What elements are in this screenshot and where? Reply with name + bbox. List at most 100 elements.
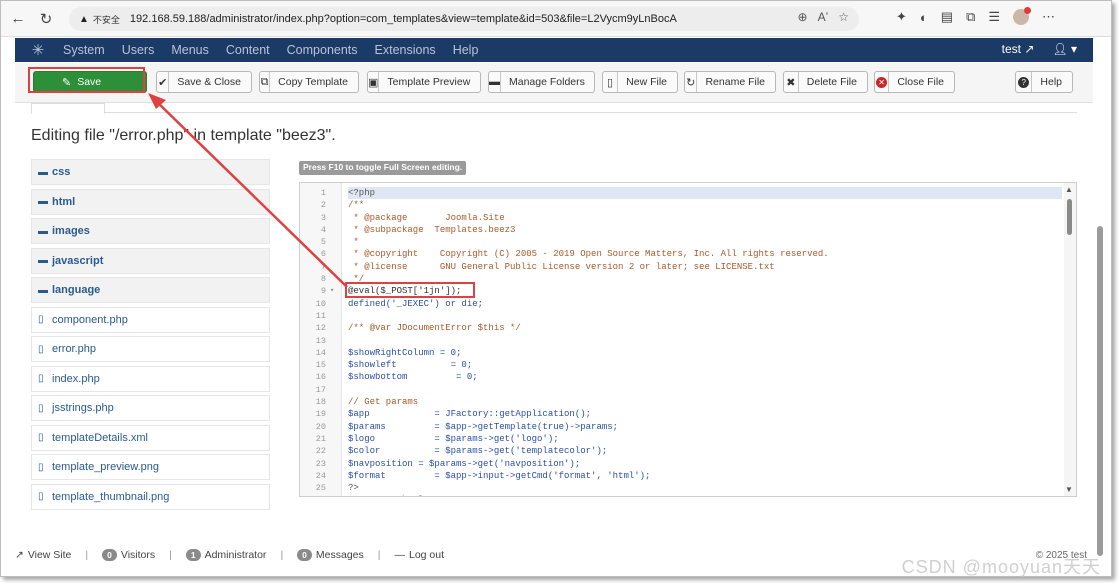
profile-avatar[interactable] (1013, 7, 1032, 25)
messages-link[interactable]: 0 Messages (297, 549, 364, 561)
menu-content[interactable]: Content (226, 43, 270, 57)
reading-list-icon[interactable]: ▤ (941, 9, 953, 25)
code-line[interactable]: 1 <?php (321, 187, 1062, 200)
code-line[interactable]: 21 $logo = $params->get('logo'); (316, 433, 1062, 445)
menu-help[interactable]: Help (453, 43, 479, 57)
check-icon: ✔ (157, 72, 170, 92)
fold-arrow-icon[interactable]: ▾ (330, 285, 334, 297)
file-error-php[interactable]: ▯ error.php (31, 336, 270, 362)
folder-html[interactable]: ▬ html (31, 188, 270, 215)
help-button[interactable]: ? Help (1015, 71, 1073, 93)
code-line[interactable]: 18 // Get params (316, 396, 1062, 408)
user-icon[interactable]: 👤︎ ▾ (1052, 42, 1077, 56)
zoom-icon[interactable]: ⊕ (798, 10, 808, 24)
code-line[interactable]: 25 ?> (316, 482, 1062, 494)
favorites-icon[interactable]: ☰ (988, 9, 1000, 25)
extension-icon[interactable]: ✦ (896, 9, 907, 25)
code-line[interactable]: 20 $params = $app->getTemplate(true)->par… (316, 421, 1062, 433)
code-line[interactable]: 3 * @package Joomla.Site (321, 212, 1062, 224)
code-editor[interactable]: 1 <?php 2/** 3 * @package Joomla.Site 4 * @s… (299, 182, 1077, 497)
code-line[interactable]: 14 $showRightColumn = 0; (316, 347, 1062, 359)
menu-components[interactable]: Components (287, 43, 358, 57)
menu-system[interactable]: System (63, 43, 105, 57)
menu-extensions[interactable]: Extensions (375, 43, 436, 57)
code-line[interactable]: 17 (316, 384, 1062, 396)
file-component-php[interactable]: ▯ component.php (31, 306, 270, 333)
code-line[interactable]: 15 $showleft = 0; (316, 359, 1062, 371)
warning-icon: ▲ (79, 13, 89, 25)
file-template-preview-png[interactable]: ▯ template_preview.png (31, 454, 270, 480)
folder-language[interactable]: ▬ language (31, 277, 270, 303)
code-line[interactable]: 13 (316, 335, 1062, 347)
more-menu-icon[interactable]: ⋯ (1042, 9, 1055, 25)
code-line[interactable]: 7 * @license GNU General Public License … (321, 261, 1062, 273)
file-template-thumbnail-png[interactable]: ▯ template_thumbnail.png (31, 483, 270, 510)
line-number: 16 (315, 372, 326, 383)
administrator-link[interactable]: 1 Administrator (185, 549, 266, 561)
fullscreen-hint: Press F10 to toggle Full Screen editing. (299, 161, 467, 175)
rename-file-button[interactable]: ↻ Rename File (684, 71, 776, 93)
folder-javascript[interactable]: ▬ javascript (31, 247, 270, 274)
view-site-link[interactable]: ↗ View Site (15, 549, 71, 561)
file-jsstrings-php[interactable]: ▯ jsstrings.php (31, 395, 270, 421)
reload-icon[interactable]: ↻ (35, 8, 57, 30)
scroll-up-icon[interactable]: ▲ (1065, 185, 1073, 194)
favorite-star-icon[interactable]: ☆ (838, 10, 849, 24)
code-text: $navposition = $params->get('navposition… (348, 458, 581, 469)
code-line[interactable]: 16 $showbottom = 0; (316, 371, 1062, 383)
code-area[interactable]: 1 <?php 2/** 3 * @package Joomla.Site 4 * @s… (316, 187, 1062, 496)
code-text: /** @var JDocumentError $this */ (348, 323, 521, 334)
code-line[interactable]: 11 (316, 310, 1062, 322)
save-close-button[interactable]: ✔ Save & Close (156, 71, 252, 93)
back-icon[interactable]: ← (7, 8, 29, 30)
manage-folders-button[interactable]: ▬ Manage Folders (488, 71, 595, 93)
visitors-link[interactable]: 0 Visitors (102, 549, 155, 561)
code-text: $showRightColumn = 0; (348, 347, 462, 358)
scroll-thumb[interactable] (1067, 199, 1072, 235)
line-number: 20 (315, 421, 326, 432)
close-file-button[interactable]: ✕ Close File (874, 71, 955, 93)
code-line[interactable]: 19 $app = JFactory::getApplication(); (316, 408, 1062, 420)
joomla-logo-icon[interactable]: ✳ (23, 41, 53, 59)
extensions-puzzle-icon[interactable]: ⧉ (966, 9, 975, 25)
new-file-button[interactable]: ▯ New File (602, 71, 678, 93)
code-line[interactable]: 5 * (321, 236, 1062, 248)
logout-link[interactable]: — Log out (395, 549, 445, 561)
line-number: 7 (320, 261, 326, 272)
user-site-link[interactable]: test ↗ (1002, 42, 1035, 56)
folder-css[interactable]: ▬ css (31, 159, 270, 185)
extension-icon-2[interactable]: ◐ (920, 10, 928, 25)
file-index-php[interactable]: ▯ index.php (31, 365, 270, 392)
code-text: $showleft = 0; (348, 360, 473, 371)
code-line[interactable]: 4 * @subpackage Templates.beez3 (321, 224, 1062, 236)
menu-users[interactable]: Users (122, 43, 155, 57)
folder-images[interactable]: ▬ images (31, 218, 270, 244)
line-number: 4 (320, 224, 326, 235)
code-text: * (348, 237, 359, 248)
line-number: 19 (315, 409, 326, 420)
scroll-down-icon[interactable]: ▼ (1065, 485, 1073, 494)
page-scrollbar[interactable] (1095, 38, 1105, 556)
code-line[interactable]: 10 defined('_JEXEC') or die; (316, 298, 1062, 310)
code-line[interactable]: 22 $color = $params->get('templatecolor')… (316, 445, 1062, 457)
page-scroll-thumb[interactable] (1097, 226, 1103, 556)
template-preview-button[interactable]: ▣ Template Preview (367, 71, 481, 93)
line-number: 8 (320, 274, 326, 285)
read-aloud-icon[interactable]: Aʼ (818, 10, 829, 24)
line-number: 3 (320, 212, 326, 223)
address-bar[interactable]: ▲ 不安全 192.168.59.188/administrator/index… (69, 7, 859, 31)
editor-scrollbar[interactable]: ▲ ▼ (1064, 183, 1076, 496)
code-line[interactable]: 23 $navposition = $params->get('navpositi… (316, 458, 1062, 470)
code-line[interactable]: 6 * @copyright Copyright (C) 2005 - 2019… (321, 248, 1062, 260)
tab-editor[interactable] (31, 103, 105, 114)
code-line[interactable]: 12 /** @var JDocumentError $this */ (316, 322, 1062, 334)
code-line[interactable]: 26<!DOCTYPE html> (316, 494, 1062, 496)
file-templatedetails-xml[interactable]: ▯ templateDetails.xml (31, 424, 270, 451)
code-line[interactable]: 2 /** (321, 199, 1062, 211)
code-line[interactable]: 24 $format = $app->input->getCmd('format'… (316, 470, 1062, 482)
visitors-badge: 0 (102, 549, 117, 561)
menu-menus[interactable]: Menus (171, 43, 209, 57)
file-icon: ▯ (603, 72, 619, 92)
delete-file-button[interactable]: ✖ Delete File (783, 71, 868, 93)
copy-template-button[interactable]: ⧉ Copy Template (259, 71, 359, 93)
